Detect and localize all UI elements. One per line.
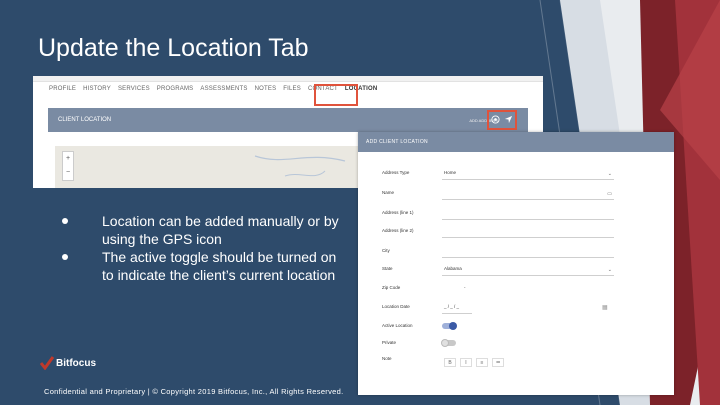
location-date-label: Location Date <box>382 304 410 309</box>
city-input[interactable] <box>442 248 614 258</box>
state-select[interactable]: Alabama ⌄ <box>442 266 614 276</box>
state-label: State <box>382 266 393 271</box>
address-line2-label: Address (line 2) <box>382 228 414 233</box>
tab-services[interactable]: SERVICES <box>118 86 150 92</box>
chevron-down-icon: ⌄ <box>607 267 612 273</box>
bullet-list: Location can be added manually or by usi… <box>62 212 342 284</box>
zoom-in-button[interactable]: + <box>63 152 73 166</box>
active-location-label: Active Location <box>382 323 413 328</box>
card-icon: ▭ <box>607 191 612 197</box>
add-client-location-form: ADD CLIENT LOCATION Address Type Home ⌄ … <box>358 132 674 395</box>
tab-history[interactable]: HISTORY <box>83 86 111 92</box>
footer-text: Confidential and Proprietary | © Copyrig… <box>44 387 344 396</box>
gps-icon[interactable] <box>504 111 513 129</box>
address-type-label: Address Type <box>382 170 410 175</box>
zoom-out-button[interactable]: − <box>63 166 73 180</box>
address-line1-input[interactable] <box>442 210 614 220</box>
tab-notes[interactable]: NOTES <box>255 86 277 92</box>
map-zoom-control[interactable]: + − <box>62 151 74 181</box>
bold-button[interactable]: B <box>444 358 456 367</box>
private-toggle[interactable] <box>441 339 456 347</box>
city-label: City <box>382 248 390 253</box>
tab-assessments[interactable]: ASSESSMENTS <box>200 86 247 92</box>
bullet-text: Location can be added manually or by usi… <box>102 213 339 247</box>
panel-title: CLIENT LOCATION <box>58 117 112 123</box>
active-location-toggle[interactable] <box>442 322 457 330</box>
logo-text: Bitfocus <box>56 357 96 369</box>
toggle-knob <box>449 322 457 330</box>
name-label: Name <box>382 190 395 195</box>
bullet-item: Location can be added manually or by usi… <box>62 212 342 248</box>
bullet-dot <box>62 218 68 224</box>
tab-profile[interactable]: PROFILE <box>49 86 76 92</box>
address-line2-input[interactable] <box>442 228 614 238</box>
bullet-text: The active toggle should be turned on to… <box>102 249 337 283</box>
address-type-select[interactable]: Home ⌄ <box>442 170 614 180</box>
private-label: Private <box>382 340 397 345</box>
bullet-dot <box>62 254 68 260</box>
location-tab-highlight <box>314 84 358 106</box>
client-location-panel: CLIENT LOCATION ADD ADDRESS <box>48 108 528 132</box>
calendar-icon[interactable]: ▦ <box>602 304 608 311</box>
add-location-icon[interactable] <box>491 111 500 129</box>
bitfocus-logo: Bitfocus <box>40 356 96 370</box>
slide-title: Update the Location Tab <box>38 34 309 62</box>
zip-code-input[interactable]: - <box>442 285 614 295</box>
toggle-knob <box>441 339 449 347</box>
italic-button[interactable]: I <box>460 358 472 367</box>
note-label: Note <box>382 356 392 361</box>
chevron-down-icon: ⌄ <box>607 171 612 177</box>
bullet-list-button[interactable]: ≡ <box>476 358 488 367</box>
address-line1-label: Address (line 1) <box>382 210 414 215</box>
name-input[interactable]: ▭ <box>442 190 614 200</box>
tab-files[interactable]: FILES <box>283 86 301 92</box>
location-date-value: _ / _ / _ <box>444 304 460 309</box>
address-type-value: Home <box>444 170 457 175</box>
location-date-input[interactable]: _ / _ / _ <box>442 304 472 314</box>
checkmark-icon <box>40 356 54 370</box>
state-value: Alabama <box>444 266 462 271</box>
location-icons-highlight <box>487 110 517 130</box>
numbered-list-button[interactable]: ≔ <box>492 358 504 367</box>
form-header: ADD CLIENT LOCATION <box>358 132 674 152</box>
bullet-item: The active toggle should be turned on to… <box>62 248 342 284</box>
top-strip <box>33 76 543 82</box>
zip-code-label: Zip Code <box>382 285 401 290</box>
tab-programs[interactable]: PROGRAMS <box>157 86 194 92</box>
zip-code-value: - <box>464 285 466 290</box>
